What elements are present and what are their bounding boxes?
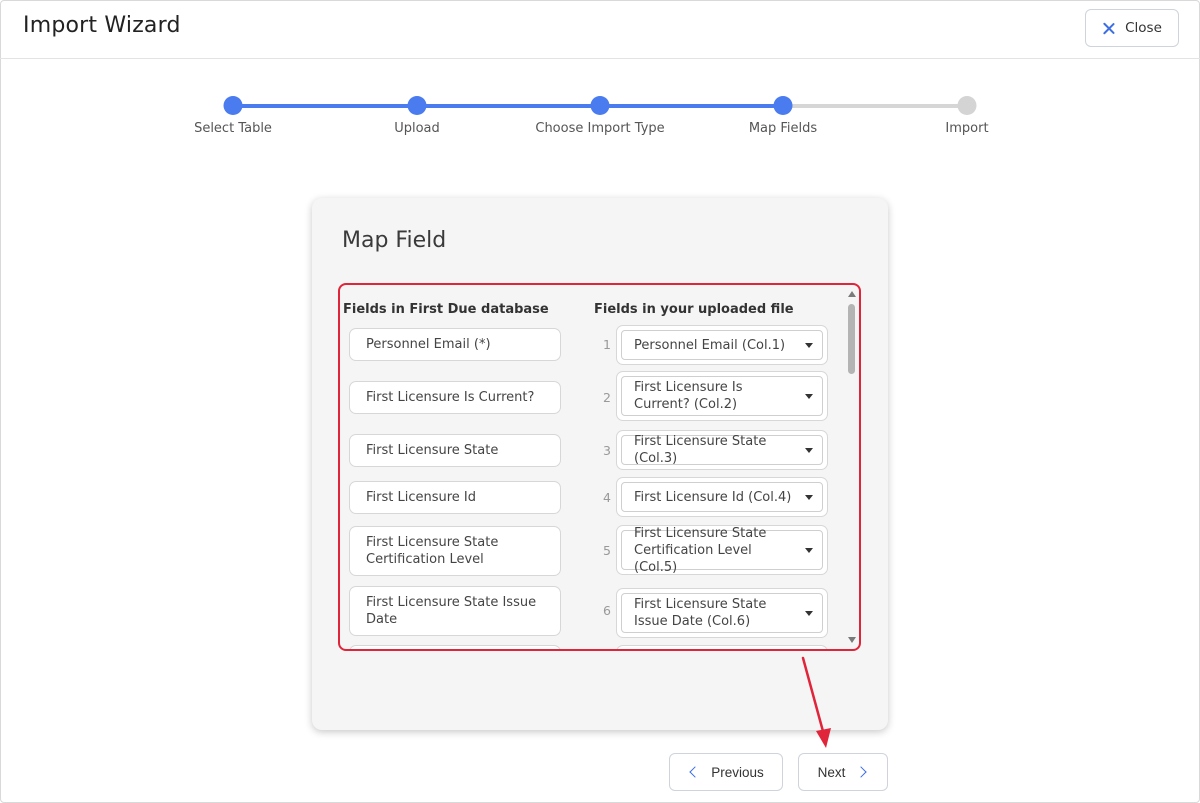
file-field-value: Personnel Email (Col.1)	[634, 337, 786, 353]
db-field: First Licensure Id	[349, 481, 561, 514]
file-field-wrapper: First Licensure State Certification Leve…	[616, 525, 828, 575]
file-field-wrapper: First Licensure State (Col.3)	[616, 430, 828, 470]
row-number: 4	[603, 490, 611, 505]
caret-down-icon	[805, 611, 813, 616]
db-field: Personnel Email (*)	[349, 328, 561, 361]
chevron-left-icon	[689, 766, 701, 778]
next-button[interactable]: Next	[798, 753, 888, 791]
step-label-map-fields: Map Fields	[748, 121, 818, 136]
step-label-choose-import-type: Choose Import Type	[535, 121, 665, 136]
chevron-right-icon	[855, 766, 868, 778]
step-dot-choose-import-type	[590, 96, 610, 115]
map-field-card: Map Field Fields in First Due database F…	[312, 198, 888, 730]
step-dot-map-fields	[773, 96, 793, 115]
file-field-value: First Licensure State Issue Date (Col.6)	[634, 597, 767, 629]
row-number: 5	[603, 543, 611, 558]
file-field-select[interactable]: First Licensure State (Col.3)	[621, 434, 823, 466]
file-field-select[interactable]: First Licensure State Issue Date (Col.6)	[621, 593, 823, 633]
left-column-header: Fields in First Due database	[343, 302, 549, 317]
right-column-header: Fields in your uploaded file	[594, 302, 794, 317]
row-number: 2	[603, 390, 611, 405]
file-field-wrapper: First Licensure Is Current? (Col.2)	[616, 371, 828, 421]
file-field-select[interactable]: Personnel Email (Col.1)	[621, 330, 823, 360]
db-field: First Licensure State	[349, 434, 561, 467]
step-dot-select-table	[223, 96, 243, 115]
step-label-select-table: Select Table	[194, 121, 272, 136]
db-field: First Licensure Is Current?	[349, 381, 561, 414]
step-label-import: Import	[945, 121, 989, 136]
stepper-track-complete	[233, 104, 783, 108]
card-title: Map Field	[342, 228, 447, 253]
file-field-wrapper-partial	[616, 645, 828, 649]
caret-down-icon	[805, 495, 813, 500]
wizard-stepper: Select Table Upload Choose Import Type M…	[0, 0, 1200, 150]
file-field-wrapper: First Licensure State Issue Date (Col.6)	[616, 588, 828, 638]
field-mapping-panel[interactable]: Fields in First Due database Fields in y…	[338, 283, 861, 651]
caret-down-icon	[805, 548, 813, 553]
row-number: 1	[603, 337, 611, 352]
file-field-wrapper: First Licensure Id (Col.4)	[616, 477, 828, 517]
row-number: 6	[603, 603, 611, 618]
db-field-partial	[349, 645, 561, 649]
caret-down-icon	[805, 343, 813, 348]
previous-label: Previous	[711, 764, 764, 780]
step-dot-upload	[407, 96, 427, 115]
file-field-select[interactable]: First Licensure Is Current? (Col.2)	[621, 376, 823, 416]
scrollbar-thumb[interactable]	[848, 304, 855, 374]
db-field: First Licensure State Issue Date	[349, 586, 561, 636]
caret-down-icon	[805, 394, 813, 399]
next-label: Next	[817, 764, 846, 780]
scroll-down-arrow-icon[interactable]	[848, 637, 856, 643]
file-field-value: First Licensure State (Col.3)	[634, 434, 767, 466]
file-field-value: First Licensure Is Current? (Col.2)	[634, 380, 743, 412]
row-number: 3	[603, 443, 611, 458]
file-field-wrapper: Personnel Email (Col.1)	[616, 325, 828, 365]
file-field-select[interactable]: First Licensure Id (Col.4)	[621, 482, 823, 512]
file-field-select[interactable]: First Licensure State Certification Leve…	[621, 526, 823, 575]
step-dot-import	[957, 96, 977, 115]
stepper-track-remaining	[783, 104, 967, 108]
mapping-scrollbar[interactable]	[845, 287, 857, 647]
scroll-up-arrow-icon[interactable]	[848, 291, 856, 297]
previous-button[interactable]: Previous	[669, 753, 783, 791]
file-field-value: First Licensure State Certification Leve…	[634, 525, 767, 575]
file-field-value: First Licensure Id (Col.4)	[634, 489, 792, 505]
db-field: First Licensure State Certification Leve…	[349, 526, 561, 576]
step-label-upload: Upload	[394, 121, 440, 136]
caret-down-icon	[805, 448, 813, 453]
